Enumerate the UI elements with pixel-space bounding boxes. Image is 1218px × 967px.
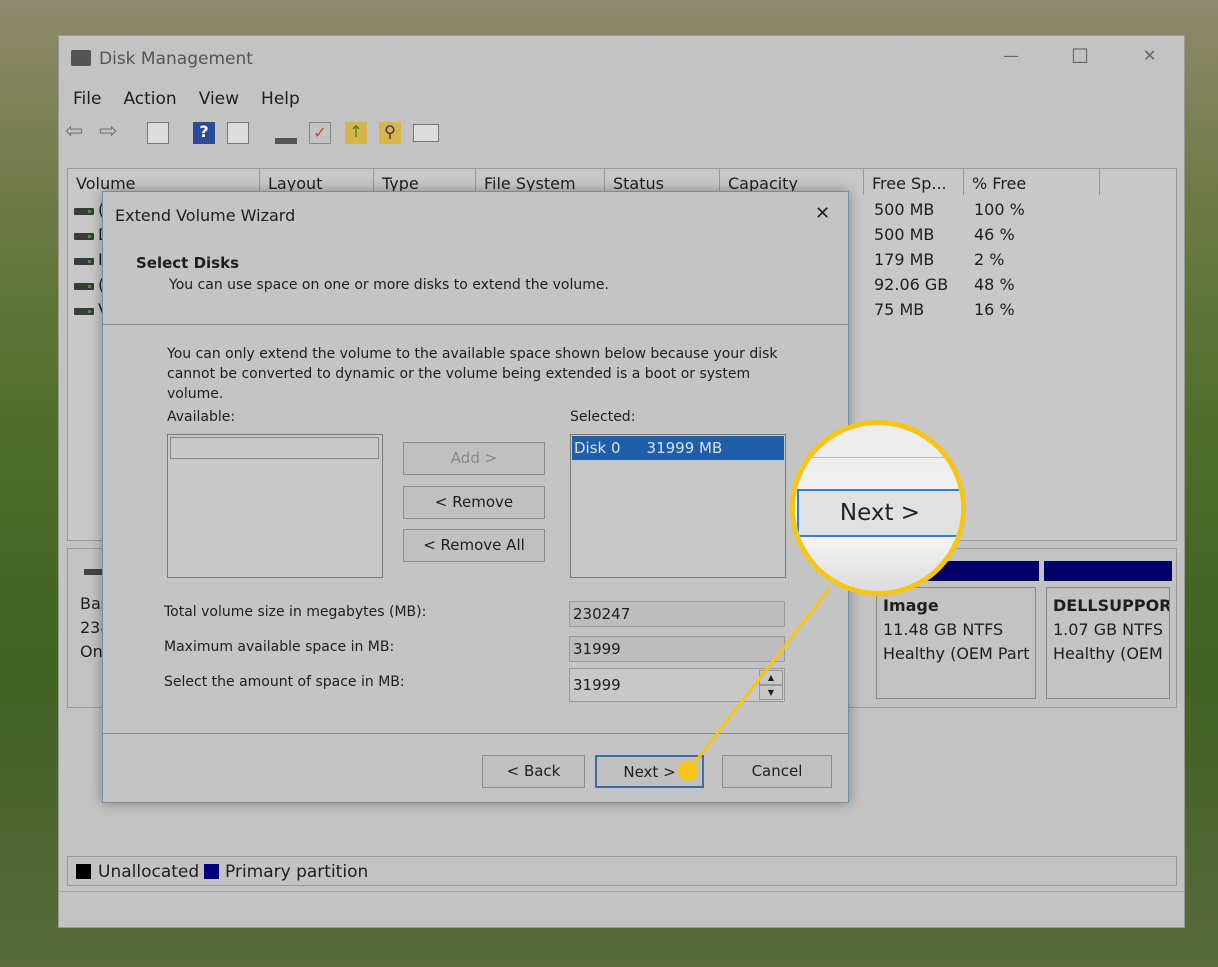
magnifier-callout: Next >	[790, 420, 966, 596]
callout-dot	[678, 761, 698, 781]
divider	[795, 457, 961, 458]
callout-line	[686, 587, 832, 772]
next-button-zoomed: Next >	[797, 489, 961, 537]
callout-connector	[678, 587, 832, 781]
